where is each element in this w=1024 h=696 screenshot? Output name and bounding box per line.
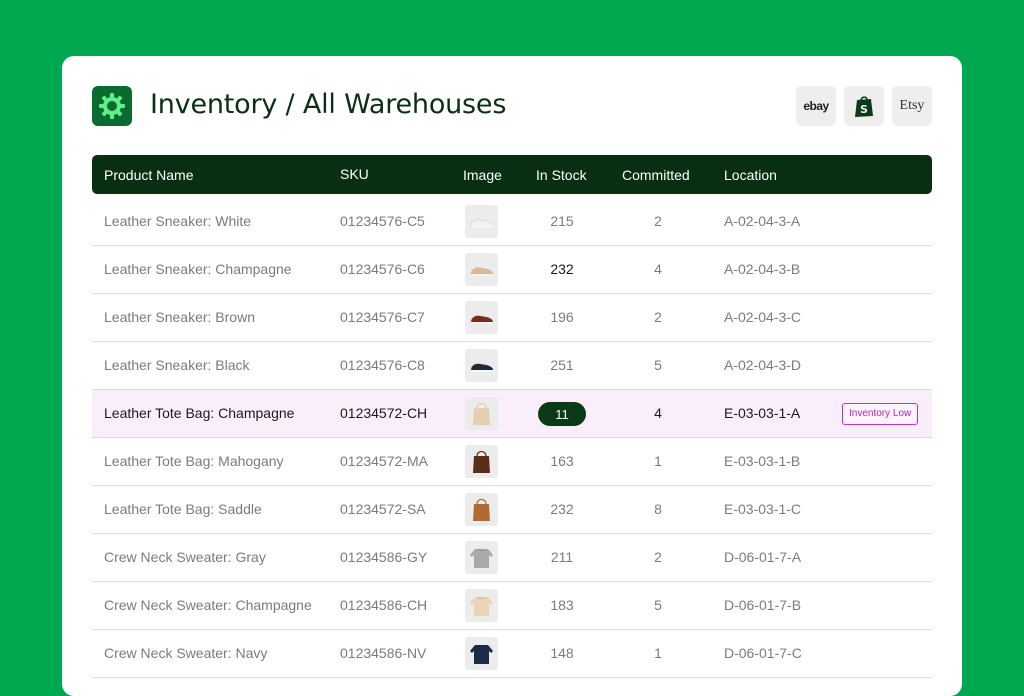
location-value: D-06-01-7-B (724, 597, 802, 613)
committed-value: 4 (654, 261, 662, 277)
sku-value: 01234586-NV (340, 645, 427, 661)
committed-value: 1 (654, 645, 662, 661)
in-stock-value: 251 (550, 357, 574, 373)
sku-value: 01234576-C5 (340, 213, 425, 229)
inventory-table: Product Name SKU Image In Stock Committe… (92, 155, 932, 678)
etsy-button[interactable]: Etsy (892, 86, 932, 126)
product-name: Leather Sneaker: Black (104, 357, 250, 373)
product-name: Leather Sneaker: White (104, 213, 252, 229)
location-value: D-06-01-7-C (724, 645, 802, 661)
table-row[interactable]: Crew Neck Sweater: Navy 01234586-NV 148 1 D-… (92, 630, 932, 678)
location-value: E-03-03-1-B (724, 453, 801, 469)
location-value: E-03-03-1-A (724, 405, 801, 421)
svg-text:S: S (860, 103, 868, 116)
committed-value: 2 (654, 213, 662, 229)
sku-value: 01234576-C8 (340, 357, 425, 373)
in-stock-value: 232 (550, 261, 574, 277)
committed-value: 1 (654, 453, 662, 469)
sku-value: 01234576-C6 (340, 261, 425, 277)
location-value: D-06-01-7-A (724, 549, 802, 565)
committed-value: 8 (654, 501, 662, 517)
page-title: Inventory / All Warehouses (150, 89, 507, 120)
in-stock-value: 211 (550, 549, 574, 565)
product-thumbnail[interactable] (465, 205, 498, 238)
column-sku[interactable]: SKU (340, 166, 369, 182)
in-stock-value: 215 (550, 213, 574, 229)
product-thumbnail[interactable] (465, 637, 498, 670)
sku-value: 01234586-GY (340, 549, 428, 565)
table-row[interactable]: Leather Sneaker: Black 01234576-C8 251 5 A-0… (92, 342, 932, 390)
table-row[interactable]: Leather Tote Bag: Mahogany 01234572-MA 163… (92, 438, 932, 486)
sku-value: 01234586-CH (340, 597, 428, 613)
sku-value: 01234572-CH (340, 405, 428, 421)
product-name: Leather Sneaker: Champagne (104, 261, 292, 277)
committed-value: 5 (654, 597, 662, 613)
shopify-button[interactable]: S (844, 86, 884, 126)
table-row[interactable]: Leather Tote Bag: Champagne 01234572-CH 11… (92, 390, 932, 438)
column-product-name[interactable]: Product Name (104, 167, 193, 183)
table-row[interactable]: Crew Neck Sweater: Champagne 01234586-CH 1… (92, 582, 932, 630)
product-thumbnail[interactable] (465, 493, 498, 526)
page-header: Inventory / All Warehouses ebay S Etsy (92, 86, 932, 126)
committed-value: 5 (654, 357, 662, 373)
low-stock-pill: 11 (538, 402, 586, 426)
product-name: Leather Tote Bag: Mahogany (104, 453, 284, 469)
column-committed[interactable]: Committed (622, 167, 690, 183)
product-thumbnail[interactable] (465, 541, 498, 574)
table-row[interactable]: Leather Sneaker: White 01234576-C5 215 2 A-0… (92, 198, 932, 246)
ebay-button[interactable]: ebay (796, 86, 836, 126)
product-name: Leather Tote Bag: Champagne (104, 405, 295, 421)
product-name: Crew Neck Sweater: Champagne (104, 597, 312, 613)
location-value: E-03-03-1-C (724, 501, 802, 517)
column-in-stock[interactable]: In Stock (536, 167, 587, 183)
product-thumbnail[interactable] (465, 301, 498, 334)
sku-value: 01234576-C7 (340, 309, 425, 325)
sku-value: 01234572-MA (340, 453, 428, 469)
product-thumbnail[interactable] (465, 349, 498, 382)
product-thumbnail[interactable] (465, 589, 498, 622)
committed-value: 4 (654, 405, 662, 421)
table-row[interactable]: Leather Tote Bag: Saddle 01234572-SA 232 8 E… (92, 486, 932, 534)
gear-icon[interactable] (92, 86, 132, 126)
table-body: Leather Sneaker: White 01234576-C5 215 2 A-0… (92, 198, 932, 678)
in-stock-value: 163 (550, 453, 574, 469)
sku-value: 01234572-SA (340, 501, 426, 517)
in-stock-value: 232 (550, 501, 574, 517)
product-thumbnail[interactable] (465, 397, 498, 430)
etsy-logo: Etsy (899, 98, 925, 113)
product-name: Leather Sneaker: Brown (104, 309, 255, 325)
product-thumbnail[interactable] (465, 253, 498, 286)
column-image[interactable]: Image (463, 167, 502, 183)
location-value: A-02-04-3-B (724, 261, 801, 277)
inventory-card: Inventory / All Warehouses ebay S Etsy P… (62, 56, 962, 696)
location-value: A-02-04-3-A (724, 213, 801, 229)
in-stock-value: 183 (550, 597, 574, 613)
product-name: Leather Tote Bag: Saddle (104, 501, 262, 517)
committed-value: 2 (654, 549, 662, 565)
location-value: A-02-04-3-C (724, 309, 802, 325)
product-name: Crew Neck Sweater: Gray (104, 549, 266, 565)
product-name: Crew Neck Sweater: Navy (104, 645, 268, 661)
ebay-logo: ebay (803, 99, 829, 113)
in-stock-value: 148 (550, 645, 574, 661)
column-location[interactable]: Location (724, 167, 777, 183)
in-stock-value: 196 (550, 309, 574, 325)
product-thumbnail[interactable] (465, 445, 498, 478)
table-row[interactable]: Crew Neck Sweater: Gray 01234586-GY 211 2 D-… (92, 534, 932, 582)
table-header: Product Name SKU Image In Stock Committe… (92, 155, 932, 194)
table-row[interactable]: Leather Sneaker: Champagne 01234576-C6 232… (92, 246, 932, 294)
committed-value: 2 (654, 309, 662, 325)
shopify-bag-icon: S (855, 96, 873, 117)
table-row[interactable]: Leather Sneaker: Brown 01234576-C7 196 2 A-0… (92, 294, 932, 342)
location-value: A-02-04-3-D (724, 357, 802, 373)
channel-list: ebay S Etsy (796, 86, 932, 126)
inventory-low-badge: Inventory Low (842, 403, 919, 425)
